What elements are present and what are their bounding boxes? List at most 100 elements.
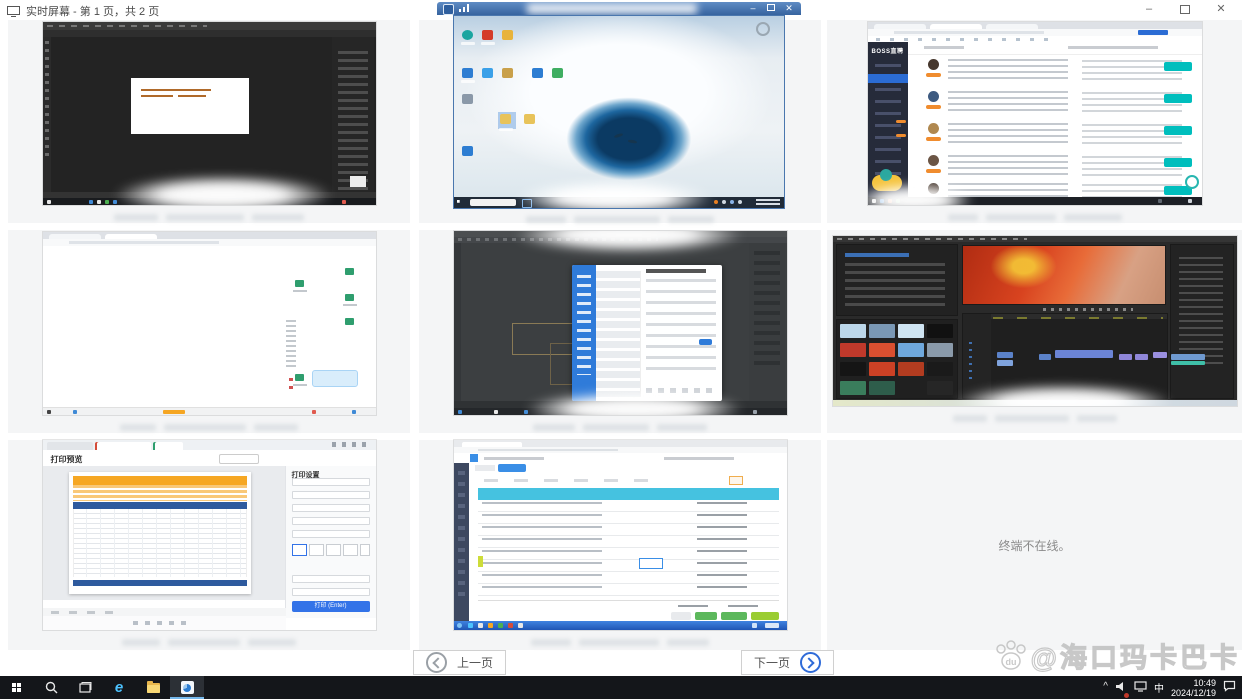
desktop-icon [462, 30, 473, 40]
browser-tabs [868, 22, 1202, 29]
screen-cell-7[interactable]: 打印预览 打印设置 [8, 440, 410, 650]
active-app-button[interactable] [170, 676, 204, 699]
remote-session-window[interactable]: – ✕ [437, 2, 801, 209]
green-node [295, 280, 304, 287]
window-title: 实时屏幕 - 第 1 页，共 2 页 [26, 3, 159, 19]
prev-page-button[interactable]: 上一页 [413, 650, 506, 675]
dialog-footer-row [646, 388, 714, 393]
arrow-left-circle-icon [426, 652, 447, 673]
action-center-icon[interactable] [1223, 679, 1236, 697]
screen-cell-5[interactable] [419, 230, 821, 433]
close-button[interactable]: ✕ [1204, 0, 1238, 19]
screen-cell-6[interactable] [827, 230, 1242, 433]
screen-cell-4[interactable] [8, 230, 410, 433]
windows-logo-icon [12, 683, 22, 693]
tray-clock[interactable]: 10:49 2024/12/19 [1171, 678, 1216, 698]
feedback-fab-icon [1185, 175, 1199, 189]
candidate-row [914, 88, 1198, 116]
pr-program-monitor [963, 246, 1165, 304]
chat-button [1164, 94, 1192, 103]
screen-name-label-redacted [953, 412, 1117, 424]
screen-cell-9-offline[interactable]: 终端不在线。 [827, 440, 1242, 650]
maximize-button[interactable] [1168, 0, 1202, 19]
screen-monitor-icon [7, 4, 20, 22]
green-node [345, 294, 354, 301]
offline-message: 终端不在线。 [998, 537, 1070, 554]
icon-label [461, 42, 475, 45]
print-preview-title: 打印预览 [51, 454, 83, 465]
mute-badge [1124, 693, 1129, 698]
erp-table-header [478, 488, 779, 500]
screen-cell-8[interactable] [419, 440, 821, 650]
remote-close-button[interactable]: ✕ [781, 2, 797, 15]
file-explorer-button[interactable] [136, 676, 170, 699]
next-page-label: 下一页 [754, 654, 790, 671]
pr-right-panel [1171, 245, 1233, 398]
os-taskbar [454, 408, 787, 415]
print-form-field [292, 588, 370, 596]
tray-time: 10:49 [1193, 678, 1216, 688]
remote-desktop-view[interactable] [453, 15, 785, 209]
ps-optionsbar [43, 30, 376, 37]
os-taskbar [868, 197, 1202, 205]
screen-thumbnail-cad[interactable] [454, 231, 787, 415]
folder-icon [147, 683, 160, 693]
browser-tabs [454, 440, 787, 447]
system-tray: ^ 中 10:49 2024/12/19 [1103, 676, 1242, 699]
pr-project-bin [837, 320, 957, 398]
remote-maximize-button[interactable] [763, 2, 779, 15]
search-icon [45, 681, 58, 694]
sheet-footer-band [73, 580, 247, 586]
os-taskbar-win7 [454, 621, 787, 630]
boss-content-header [908, 42, 1202, 55]
tray-clock [756, 199, 780, 206]
remote-title-redacted [527, 3, 697, 14]
chat-button [1164, 158, 1192, 167]
dialog-blue-button [699, 339, 712, 345]
screen-cell-1[interactable] [8, 20, 410, 223]
volume-muted-icon[interactable] [1115, 679, 1127, 697]
ime-indicator[interactable]: 中 [1154, 680, 1164, 695]
remote-minimize-button[interactable]: – [745, 2, 761, 15]
start-button[interactable] [0, 676, 34, 699]
edge-icon: e [115, 680, 123, 695]
screen-thumbnail-erp[interactable] [454, 440, 787, 630]
screen-thumbnail-wps-print[interactable]: 打印预览 打印设置 [43, 440, 376, 630]
browser-taskbar-button[interactable]: e [102, 676, 136, 699]
dialog-title-bar [646, 269, 706, 273]
minimize-button[interactable]: – [1132, 0, 1166, 19]
screen-cell-3[interactable]: BOSS直聘 [827, 20, 1242, 223]
node-label [293, 290, 307, 292]
screen-thumbnail-photoshop[interactable] [43, 22, 376, 205]
desktop-icon-folder [500, 114, 511, 124]
screen-name-label-redacted [948, 211, 1122, 223]
remote-window-titlebar[interactable]: – ✕ [437, 2, 801, 15]
screen-name-label-redacted [533, 421, 707, 433]
ps-toolbar [43, 37, 51, 198]
next-page-button[interactable]: 下一页 [741, 650, 834, 675]
erp-new-button [498, 464, 526, 472]
boss-sidebar: BOSS直聘 [868, 42, 908, 197]
tray-date: 2024/12/19 [1171, 688, 1216, 698]
screen-thumbnail-video-editor[interactable] [833, 236, 1237, 406]
erp-amount-column [697, 502, 747, 594]
dialog-form-rows [646, 279, 716, 371]
ps-menubar [43, 22, 376, 30]
search-button[interactable] [34, 676, 68, 699]
print-form-field [292, 517, 370, 525]
remote-app-icon [181, 681, 194, 694]
erp-focused-cell [639, 558, 663, 569]
screen-thumbnail-web-doc[interactable] [43, 232, 376, 415]
print-form-field [292, 491, 370, 499]
network-display-icon[interactable] [1134, 679, 1147, 697]
desktop-icon [482, 30, 493, 40]
hidden-icons-chevron[interactable]: ^ [1103, 681, 1108, 692]
screen-thumbnail-boss-site[interactable]: BOSS直聘 [868, 22, 1202, 205]
chat-button [1164, 126, 1192, 135]
ps-color-swatch [350, 176, 366, 187]
desktop-icon [482, 68, 493, 78]
sheet-subheader-rows [73, 485, 247, 501]
task-view-button[interactable] [68, 676, 102, 699]
candidate-row [914, 56, 1198, 84]
green-node [345, 268, 354, 275]
